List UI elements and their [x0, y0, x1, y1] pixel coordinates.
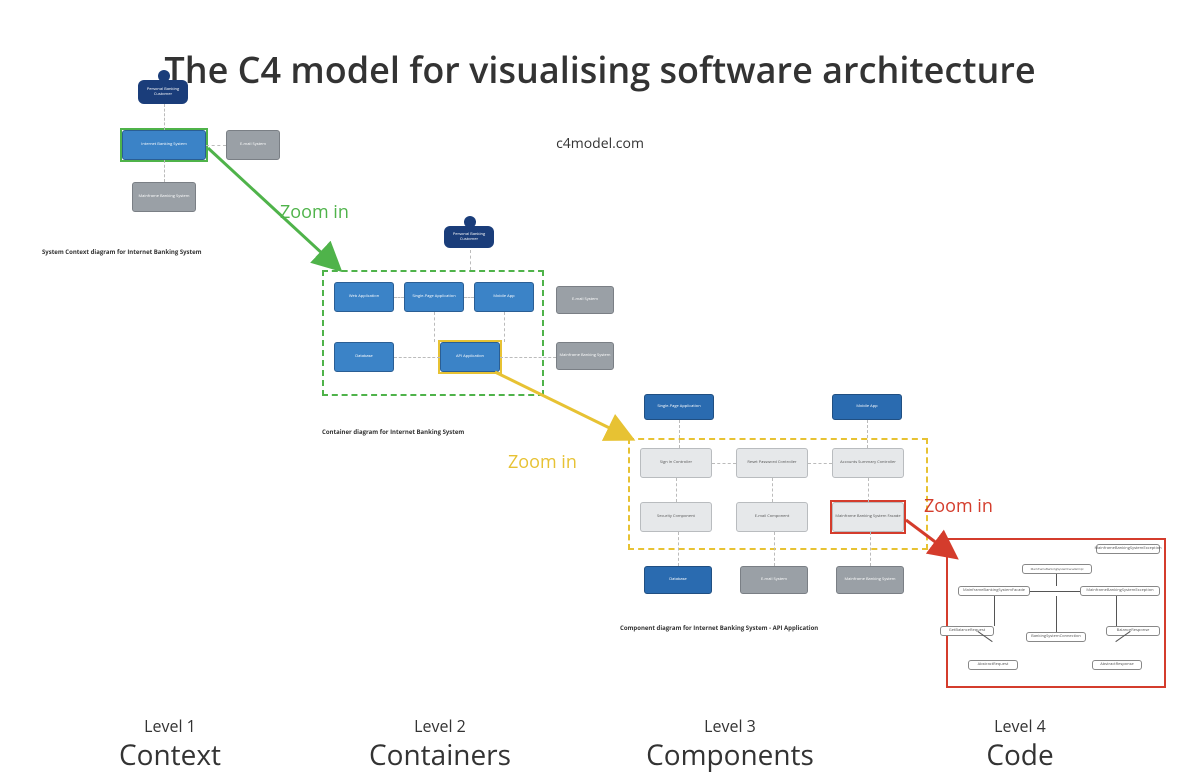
connector-icon [994, 596, 995, 626]
l4-class: MainframeBankingSystemException [1096, 544, 1160, 554]
connector-icon [164, 160, 165, 182]
connector-icon [394, 297, 404, 298]
connector-icon [1056, 596, 1057, 632]
connector-icon [1056, 574, 1057, 586]
l4-class: AbstractRequest [968, 660, 1018, 670]
connector-icon [470, 250, 471, 270]
connector-icon [772, 478, 773, 502]
level-3-label: Level 3 [630, 715, 830, 737]
zoom-label-2: Zoom in [508, 450, 577, 474]
l4-class: AbstractResponse [1092, 660, 1142, 670]
connector-icon [712, 463, 736, 464]
connector-icon [678, 532, 679, 566]
l2-mainframe: Mainframe Banking System [556, 342, 614, 370]
l2-mobile: Mobile App [474, 282, 534, 312]
connector-icon [676, 478, 677, 502]
connector-icon [808, 463, 832, 464]
connector-icon [434, 312, 435, 342]
connector-icon [868, 478, 869, 502]
zoom-label-1: Zoom in [280, 200, 349, 224]
connector-icon [870, 532, 871, 566]
l1-email-box: E-mail System [226, 130, 280, 160]
actor-icon: Personal Banking Customer [444, 216, 496, 250]
c4-model-overview-diagram: { "title": "The C4 model for visualising… [0, 0, 1200, 783]
l2-spa: Single-Page Application [404, 282, 464, 312]
l3-signin: Sign In Controller [640, 448, 712, 478]
l3-mobile: Mobile App [832, 394, 902, 420]
l2-caption: Container diagram for Internet Banking S… [322, 428, 464, 436]
level-1-label: Level 1 [90, 715, 250, 737]
l4-class: BalanceResponse [1106, 626, 1160, 636]
l3-emailcomp: E-mail Component [736, 502, 808, 532]
connector-icon [464, 297, 474, 298]
level-2-name: Containers [360, 736, 520, 774]
connector-icon [867, 420, 868, 448]
l2-web: Web Application [334, 282, 394, 312]
l4-class: MainframeBankingSystemFacadeImpl [1022, 564, 1092, 574]
connector-icon [1030, 591, 1080, 592]
connector-icon [1116, 596, 1117, 626]
l3-email: E-mail System [740, 566, 808, 594]
level4-diagram: MainframeBankingSystemFacadeImpl Mainfra… [946, 538, 1166, 688]
connector-icon [394, 357, 440, 358]
l4-class: BankingSystemConnection [1026, 632, 1086, 642]
l3-caption: Component diagram for Internet Banking S… [620, 624, 818, 632]
l4-class: MainframeBankingSystemFacade [958, 586, 1030, 596]
level-1-name: Context [90, 736, 250, 774]
l2-highlight [438, 340, 502, 374]
l3-accounts: Accounts Summary Controller [832, 448, 904, 478]
l3-reset: Reset Password Controller [736, 448, 808, 478]
connector-icon [500, 357, 556, 358]
l3-spa: Single-Page Application [644, 394, 714, 420]
actor-body: Personal Banking Customer [444, 226, 494, 248]
l4-class: MainframeBankingSystemException [1080, 586, 1160, 596]
actor-icon: Personal Banking Customer [138, 70, 190, 106]
actor-body: Personal Banking Customer [138, 80, 188, 104]
l3-security: Security Component [640, 502, 712, 532]
level2-diagram: Personal Banking Customer Web Applicatio… [322, 216, 622, 422]
l3-db: Database [644, 566, 712, 594]
l1-caption: System Context diagram for Internet Bank… [42, 248, 202, 256]
level-3-name: Components [630, 736, 830, 774]
zoom-label-3: Zoom in [924, 494, 993, 518]
level-4-label: Level 4 [940, 715, 1100, 737]
connector-icon [774, 532, 775, 566]
connector-icon [206, 145, 226, 146]
level1-diagram: Personal Banking Customer Internet Banki… [42, 70, 286, 245]
level-4-name: Code [940, 736, 1100, 774]
l1-highlight [120, 128, 208, 162]
l2-db: Database [334, 342, 394, 372]
l3-mainframe: Mainframe Banking System [836, 566, 904, 594]
l4-class: GetBalanceRequest [940, 626, 994, 636]
l2-email: E-mail System [556, 286, 614, 314]
connector-icon [679, 420, 680, 448]
connector-icon [164, 104, 165, 130]
connector-icon [504, 312, 505, 342]
level-2-label: Level 2 [360, 715, 520, 737]
l1-mainframe-box: Mainframe Banking System [132, 182, 196, 212]
level3-diagram: Single-Page Application Mobile App Sign … [620, 390, 940, 620]
l3-highlight [830, 500, 906, 534]
